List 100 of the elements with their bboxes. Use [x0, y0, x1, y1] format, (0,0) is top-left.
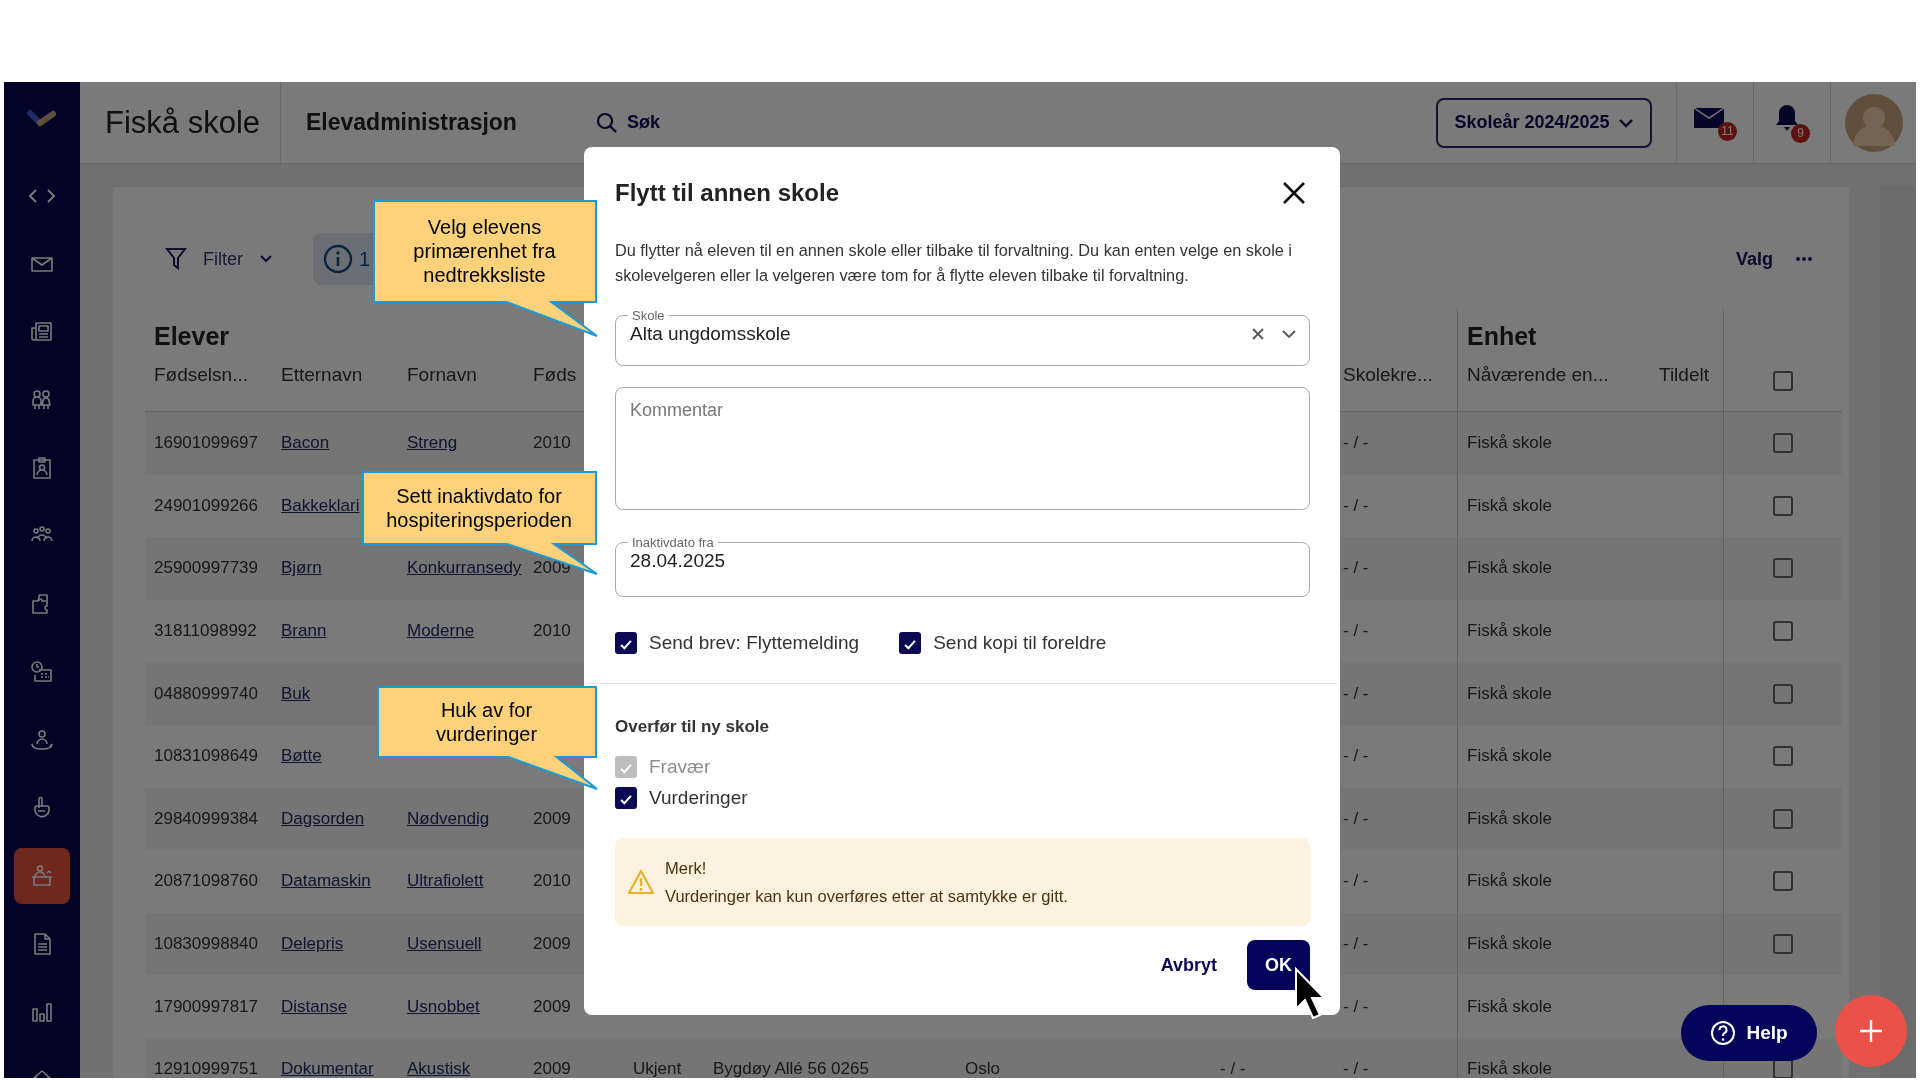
row-checkbox[interactable] — [1773, 808, 1793, 829]
date-field[interactable]: Inaktivdato fra 28.04.2025 — [615, 535, 1310, 597]
row-checkbox[interactable] — [1773, 495, 1793, 516]
column-header: Etternavn — [281, 364, 363, 385]
row-checkbox[interactable] — [1773, 683, 1793, 704]
table-cell: 31811098992 — [154, 621, 257, 642]
options-button[interactable]: Valg — [1735, 248, 1773, 270]
mail-button[interactable]: 11 — [1693, 104, 1737, 141]
table-cell: - / - — [1343, 996, 1369, 1017]
row-checkbox[interactable] — [1773, 871, 1793, 892]
checkbox[interactable] — [899, 632, 922, 654]
first-name-link[interactable]: Usensuell — [407, 934, 482, 955]
surname-link[interactable]: Dagsorden — [281, 808, 365, 829]
surname-link[interactable]: Bøtte — [281, 746, 322, 767]
first-name-link[interactable]: Konkurransedy — [407, 558, 522, 579]
table-group-title: Enhet — [1457, 309, 1723, 351]
surname-link[interactable]: Bacon — [281, 433, 330, 454]
surname-link[interactable]: Buk — [281, 683, 311, 704]
chevrons-icon — [28, 188, 56, 204]
notice-title: Merk! — [665, 858, 708, 878]
dialog-title: Flytt til annen skole — [615, 179, 840, 207]
checkbox-label: Send kopi til foreldre — [933, 632, 1107, 654]
table-cell: - / - — [1343, 1059, 1369, 1078]
close-icon — [1282, 181, 1306, 205]
clock-calendar-icon — [29, 659, 55, 685]
column-header: Fødselsn... — [154, 364, 248, 385]
surname-link[interactable]: Datamaskin — [281, 871, 371, 892]
row-checkbox[interactable] — [1773, 433, 1793, 454]
filter-icon — [165, 247, 187, 271]
callout-text: Velg elevens primærenhet fra nedtrekksliste — [412, 215, 557, 287]
table-cell: Fiskå skole — [1467, 871, 1553, 892]
close-button[interactable] — [1282, 181, 1306, 205]
first-name-link[interactable]: Ultrafiolett — [407, 871, 484, 892]
select-all-checkbox[interactable] — [1773, 371, 1793, 391]
more-icon[interactable] — [1795, 256, 1813, 262]
table-cell: 2009 — [533, 934, 571, 955]
surname-link[interactable]: Brann — [281, 621, 327, 642]
first-name-link[interactable]: Streng — [407, 433, 458, 454]
table-cell: 10831098649 — [154, 746, 258, 767]
comment-field[interactable]: Kommentar — [615, 387, 1310, 510]
table-cell: 10830998840 — [154, 934, 258, 955]
table-cell: - / - — [1343, 808, 1369, 829]
table-cell: Fiskå skole — [1467, 746, 1553, 767]
table-cell: Fiskå skole — [1467, 996, 1553, 1017]
dialog-description: Du flytter nå eleven til en annen skole eller tilbake til forvaltning. Du kan enten velge en skole i skolevelgeren eller la velgeren være tom for å flytte eleven tilbake til forvaltning. — [615, 240, 1293, 286]
table-cell: 2009 — [533, 996, 571, 1017]
ok-button[interactable]: OK — [1247, 940, 1310, 990]
sidebar-item[interactable] — [14, 848, 70, 904]
avatar[interactable] — [1844, 93, 1903, 152]
school-select[interactable]: Skole Alta ungdomsskole — [615, 308, 1310, 366]
table-cell: - / - — [1343, 433, 1369, 454]
table-cell: Bygdøy Allé 56 0265 — [713, 1059, 869, 1078]
column-header: Fornavn — [407, 364, 477, 385]
column-header: Føds — [533, 364, 577, 385]
row-checkbox[interactable] — [1773, 558, 1793, 579]
table-cell: Fiskå skole — [1467, 433, 1553, 454]
table-cell: Fiskå skole — [1467, 808, 1553, 829]
checkbox-label: Fravær — [649, 755, 711, 778]
clear-icon[interactable] — [1251, 327, 1265, 341]
table-cell: 2010 — [533, 433, 571, 454]
notifications-button[interactable]: 9 — [1774, 102, 1810, 143]
table-cell: - / - — [1343, 683, 1369, 704]
table-cell: 2010 — [533, 621, 571, 642]
surname-link[interactable]: Delepris — [281, 934, 344, 955]
callout-text: Sett inaktivdato for hospiteringsperioden — [385, 483, 573, 532]
checkbox[interactable] — [615, 786, 637, 809]
table-cell: - / - — [1343, 558, 1369, 579]
row-checkbox[interactable] — [1773, 746, 1793, 767]
notification-count-badge: 9 — [1791, 123, 1810, 143]
help-button[interactable]: Help — [1681, 1005, 1817, 1061]
surname-link[interactable]: Dokumentar — [281, 1059, 374, 1078]
row-checkbox[interactable] — [1773, 621, 1793, 642]
checkbox-label: Vurderinger — [649, 786, 748, 809]
table-cell: - / - — [1343, 871, 1369, 892]
section-heading: Overfør til ny skole — [615, 717, 770, 737]
table-cell: - / - — [1343, 934, 1369, 955]
first-name-link[interactable]: Moderne — [407, 621, 475, 642]
filter-button[interactable]: Filter — [165, 247, 273, 271]
column-header: Nåværende en... — [1467, 364, 1609, 385]
plus-icon — [1858, 1018, 1884, 1044]
first-name-link[interactable]: Nødvendig — [407, 808, 490, 829]
module-title: Elevadministrasjon — [305, 109, 518, 136]
school-year-dropdown[interactable]: Skoleår 2024/2025 — [1436, 97, 1652, 148]
help-icon — [1710, 1020, 1737, 1046]
row-checkbox[interactable] — [1773, 934, 1793, 955]
cancel-button[interactable]: Avbryt — [1160, 954, 1217, 976]
surname-link[interactable]: Distanse — [281, 996, 348, 1017]
table-cell: 2009 — [533, 1059, 571, 1078]
first-name-link[interactable]: Usnobbet — [407, 996, 480, 1017]
surname-link[interactable]: Bjørn — [281, 558, 322, 579]
checkbox[interactable] — [615, 632, 637, 654]
chevron-down-icon[interactable] — [1281, 329, 1297, 339]
school-name: Fiskå skole — [80, 82, 281, 163]
first-name-link[interactable]: Akustisk — [407, 1059, 471, 1078]
table-cell: Fiskå skole — [1467, 683, 1553, 704]
table-cell: Fiskå skole — [1467, 558, 1553, 579]
surname-link[interactable]: Bakkeklari — [281, 495, 360, 516]
checkbox-label: Send brev: Flyttemelding — [649, 632, 860, 654]
info-count: 1 — [359, 247, 371, 271]
search-button[interactable]: Søk — [596, 111, 660, 134]
